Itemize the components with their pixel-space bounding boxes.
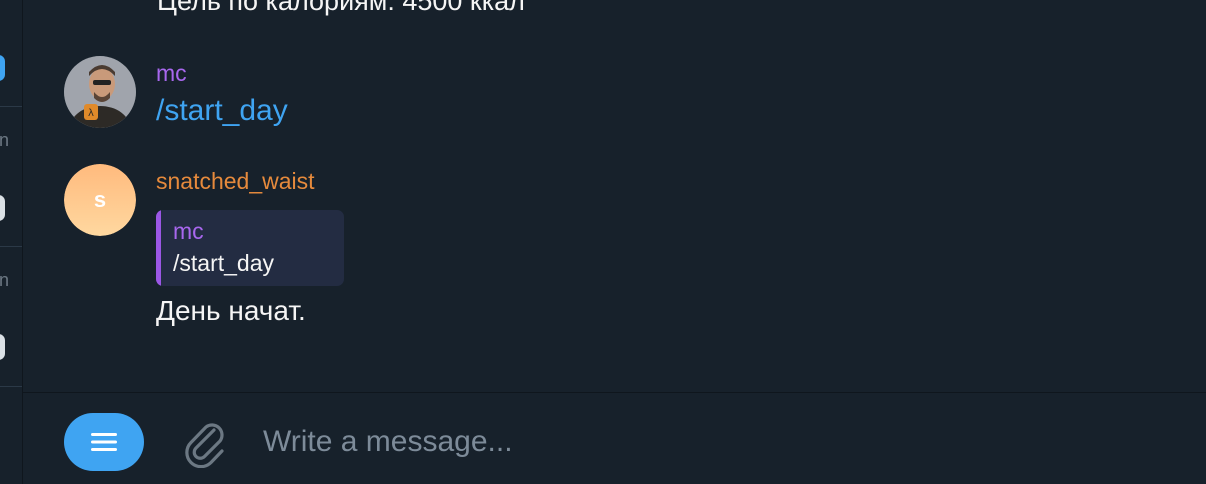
svg-text:λ: λ (88, 108, 94, 119)
chat-list-divider (0, 386, 22, 387)
chat-list-item-fragment[interactable]: n (0, 270, 9, 291)
message-input[interactable] (263, 417, 1143, 467)
unread-badge (0, 55, 5, 81)
reply-quote[interactable]: mc /start_day (156, 210, 344, 286)
paperclip-icon (185, 423, 224, 468)
previous-message-text: Цель по калориям: 4500 ккал (157, 0, 525, 16)
message-sender[interactable]: mc (156, 60, 187, 87)
chat-list-divider (0, 246, 22, 247)
message-history[interactable]: Цель по калориям: 4500 ккал λ mc /start_… (23, 0, 1206, 392)
hamburger-menu-icon (91, 433, 117, 451)
bot-command-link[interactable]: /start_day (156, 94, 288, 128)
avatar-letter: s (64, 164, 136, 236)
reply-text: /start_day (173, 250, 274, 276)
attach-button[interactable] (178, 417, 230, 469)
reply-sender: mc (173, 218, 204, 244)
reply-accent-bar (156, 210, 161, 286)
user-photo-icon: λ (64, 56, 136, 128)
bot-menu-button[interactable] (64, 413, 144, 471)
telegram-chat-window: n n Цель по калориям: 4500 ккал λ mc /st… (0, 0, 1206, 484)
muted-badge (0, 195, 5, 221)
message-composer (23, 392, 1206, 484)
chat-list-divider (0, 106, 22, 107)
chat-list-item-fragment[interactable]: n (0, 130, 9, 151)
avatar[interactable]: s (64, 164, 136, 236)
avatar[interactable]: λ (64, 56, 136, 128)
muted-badge (0, 334, 5, 360)
message-text: День начат. (156, 295, 306, 326)
chat-list-sidebar[interactable]: n n (0, 0, 23, 484)
message-sender[interactable]: snatched_waist (156, 168, 315, 195)
